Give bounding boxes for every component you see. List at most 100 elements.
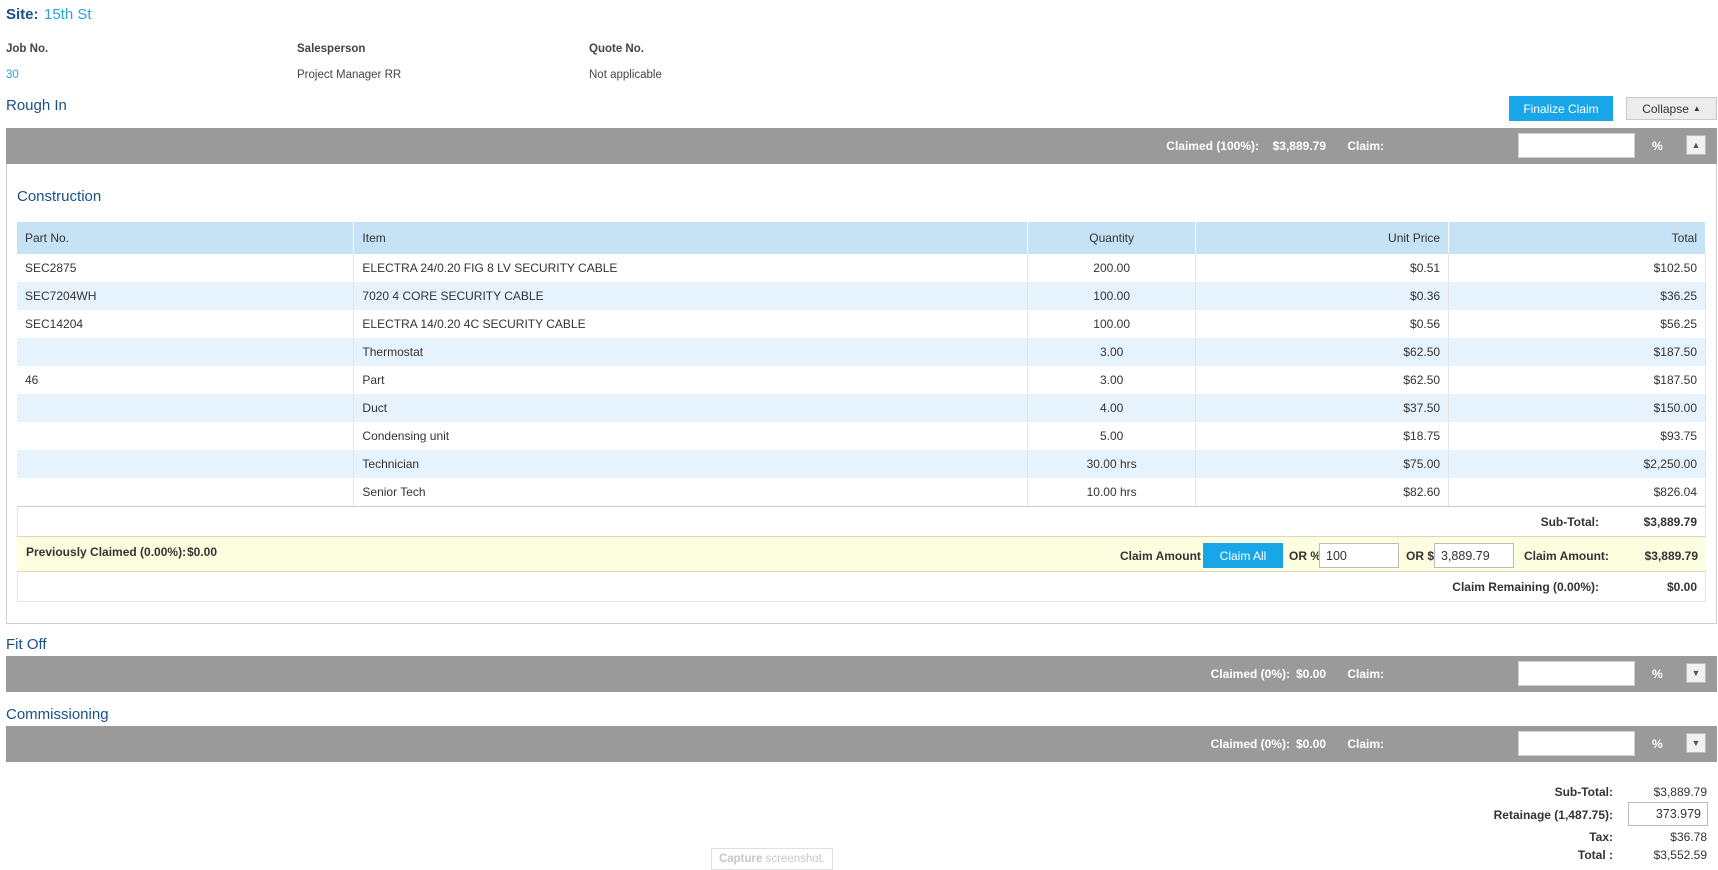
grand-subtotal-value: $3,889.79 <box>1653 785 1707 799</box>
cell-part-no: SEC14204 <box>17 310 355 338</box>
cell-total: $150.00 <box>1448 394 1706 422</box>
quote-number-label: Quote No. <box>589 43 644 55</box>
cell-item: Senior Tech <box>353 478 1029 506</box>
table-header-row: Part No. Item Quantity Unit Price Total <box>17 222 1706 254</box>
rough-in-claimed-value: $3,889.79 <box>1272 139 1326 153</box>
rough-in-claimed-label: Claimed (100%): <box>1166 139 1259 153</box>
cell-part-no <box>17 394 355 422</box>
cell-unit-price: $82.60 <box>1195 478 1450 506</box>
retainage-input[interactable]: 373.979 <box>1628 802 1708 826</box>
or-dollar-label: OR $ <box>1406 549 1435 563</box>
fit-off-claim-input[interactable] <box>1518 661 1635 686</box>
job-number-link[interactable]: 30 <box>6 69 19 81</box>
cell-quantity: 30.00 hrs <box>1027 450 1197 478</box>
subtotal-label: Sub-Total: <box>1540 515 1599 529</box>
rough-in-claim-input[interactable] <box>1518 133 1635 158</box>
fit-off-toggle-button[interactable]: ▼ <box>1686 663 1706 683</box>
table-row: Duct 4.00 $37.50 $150.00 <box>17 394 1706 422</box>
claim-percent-input[interactable]: 100 <box>1319 543 1399 568</box>
triangle-down-icon: ▼ <box>1691 738 1701 748</box>
claim-all-button[interactable]: Claim All <box>1203 543 1283 568</box>
cell-total: $36.25 <box>1448 282 1706 310</box>
quote-number-value: Not applicable <box>589 69 662 81</box>
commissioning-percent-sign: % <box>1652 737 1663 751</box>
col-total: Total <box>1448 222 1706 254</box>
previously-claimed-value: $0.00 <box>187 545 218 559</box>
cell-total: $102.50 <box>1448 254 1706 282</box>
cell-unit-price: $18.75 <box>1195 422 1450 450</box>
salesperson-label: Salesperson <box>297 43 366 55</box>
col-part-no: Part No. <box>17 222 355 254</box>
table-row: 46 Part 3.00 $62.50 $187.50 <box>17 366 1706 394</box>
commissioning-claim-input[interactable] <box>1518 731 1635 756</box>
salesperson-value: Project Manager RR <box>297 69 402 81</box>
site-label: Site: <box>6 6 39 23</box>
cell-total: $826.04 <box>1448 478 1706 506</box>
rough-in-toggle-button[interactable]: ▲ <box>1686 135 1706 155</box>
cell-quantity: 100.00 <box>1027 282 1197 310</box>
tax-label: Tax: <box>1589 830 1613 844</box>
table-row: SEC14204 ELECTRA 14/0.20 4C SECURITY CAB… <box>17 310 1706 338</box>
total-label: Total : <box>1577 848 1613 862</box>
rough-in-claim-label: Claim: <box>1347 139 1384 153</box>
cell-item: ELECTRA 24/0.20 FIG 8 LV SECURITY CABLE <box>353 254 1029 282</box>
cell-item: Technician <box>353 450 1029 478</box>
job-number-label: Job No. <box>6 43 49 55</box>
cell-unit-price: $0.56 <box>1195 310 1450 338</box>
cell-part-no: 46 <box>17 366 355 394</box>
collapse-button[interactable]: Collapse ▲ <box>1626 97 1717 120</box>
cell-unit-price: $62.50 <box>1195 338 1450 366</box>
cell-total: $93.75 <box>1448 422 1706 450</box>
commissioning-claimed-value: $0.00 <box>1295 737 1326 751</box>
subtotal-row: Sub-Total: $3,889.79 <box>17 506 1706 536</box>
table-row: Thermostat 3.00 $62.50 $187.50 <box>17 338 1706 366</box>
col-quantity: Quantity <box>1027 222 1197 254</box>
capture-screenshot-watermark: Capture screenshot. <box>711 848 833 870</box>
cell-item: Part <box>353 366 1029 394</box>
subtotal-value: $3,889.79 <box>1643 515 1697 529</box>
cell-part-no <box>17 338 355 366</box>
claim-amount-label: Claim Amount <box>1120 549 1201 563</box>
col-item: Item <box>353 222 1029 254</box>
claim-amount-total-value: $3,889.79 <box>1644 549 1698 563</box>
cell-total: $2,250.00 <box>1448 450 1706 478</box>
cell-part-no: SEC7204WH <box>17 282 355 310</box>
cell-item: ELECTRA 14/0.20 4C SECURITY CABLE <box>353 310 1029 338</box>
fit-off-claim-label: Claim: <box>1347 667 1384 681</box>
table-row: SEC7204WH 7020 4 CORE SECURITY CABLE 100… <box>17 282 1706 310</box>
or-percent-label: OR % <box>1289 549 1322 563</box>
cell-part-no <box>17 478 355 506</box>
construction-title: Construction <box>17 188 102 205</box>
commissioning-claimed-label: Claimed (0%): <box>1210 737 1290 751</box>
table-row: Technician 30.00 hrs $75.00 $2,250.00 <box>17 450 1706 478</box>
finalize-claim-button[interactable]: Finalize Claim <box>1509 96 1613 121</box>
commissioning-claim-label: Claim: <box>1347 737 1384 751</box>
commissioning-bar: Claimed (0%): $0.00 Claim: % ▼ <box>6 726 1717 762</box>
cell-part-no: SEC2875 <box>17 254 355 282</box>
table-row: Condensing unit 5.00 $18.75 $93.75 <box>17 422 1706 450</box>
fit-off-percent-sign: % <box>1652 667 1663 681</box>
cell-unit-price: $0.51 <box>1195 254 1450 282</box>
watermark-rest: screenshot. <box>762 853 826 865</box>
cell-unit-price: $37.50 <box>1195 394 1450 422</box>
site-name-link[interactable]: 15th St <box>44 6 92 23</box>
rough-in-percent-sign: % <box>1652 139 1663 153</box>
cell-item: Duct <box>353 394 1029 422</box>
triangle-down-icon: ▼ <box>1691 668 1701 678</box>
cell-quantity: 5.00 <box>1027 422 1197 450</box>
rough-in-title: Rough In <box>6 97 67 114</box>
cell-part-no <box>17 450 355 478</box>
cell-unit-price: $62.50 <box>1195 366 1450 394</box>
fit-off-claimed-value: $0.00 <box>1295 667 1326 681</box>
triangle-up-icon: ▲ <box>1691 140 1701 150</box>
rough-in-bar: Claimed (100%): $3,889.79 Claim: % ▲ <box>6 128 1717 164</box>
cell-part-no <box>17 422 355 450</box>
commissioning-toggle-button[interactable]: ▼ <box>1686 733 1706 753</box>
tax-value: $36.78 <box>1670 830 1707 844</box>
cell-unit-price: $0.36 <box>1195 282 1450 310</box>
cell-total: $187.50 <box>1448 366 1706 394</box>
claim-dollar-input[interactable]: 3,889.79 <box>1434 543 1514 568</box>
fit-off-bar: Claimed (0%): $0.00 Claim: % ▼ <box>6 656 1717 692</box>
previously-claimed-label: Previously Claimed (0.00%): <box>26 545 187 559</box>
collapse-label: Collapse <box>1642 101 1689 116</box>
